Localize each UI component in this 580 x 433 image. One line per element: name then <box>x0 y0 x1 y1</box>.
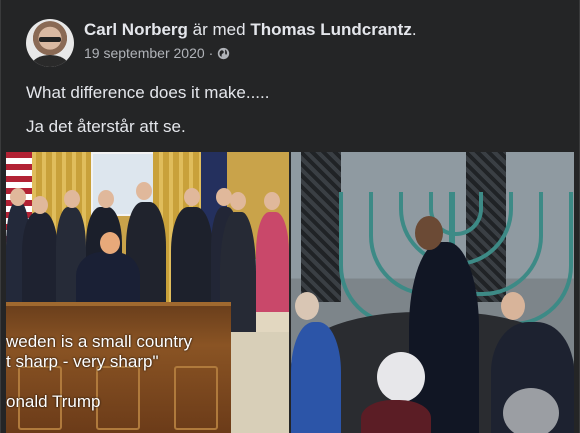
photo-menorah-handshake[interactable] <box>291 152 574 433</box>
person-head <box>264 192 280 210</box>
person-head <box>295 292 319 320</box>
person <box>171 207 213 317</box>
person-head <box>501 292 525 320</box>
person-head <box>230 192 246 210</box>
avatar-glasses <box>39 37 61 42</box>
tagged-name[interactable]: Thomas Lundcrantz <box>250 20 412 39</box>
person-head <box>98 190 114 208</box>
post-header: Carl Norberg är med Thomas Lundcrantz. <box>84 20 417 40</box>
desk-panel <box>96 366 140 430</box>
red-coat <box>361 400 431 433</box>
photo-oval-office[interactable]: weden is a small country t sharp - very … <box>6 152 289 433</box>
man-head <box>415 216 443 250</box>
avatar-shirt <box>32 55 68 67</box>
grey-hair-head <box>503 388 559 433</box>
author-name[interactable]: Carl Norberg <box>84 20 188 39</box>
post-text-line-2: Ja det återstår att se. <box>26 117 186 136</box>
desk-panel <box>174 366 218 430</box>
quote-line-3: onald Trump <box>6 392 101 411</box>
post-card: Carl Norberg är med Thomas Lundcrantz. 1… <box>0 0 580 433</box>
carpet <box>231 332 289 433</box>
seated-person-head <box>100 232 120 254</box>
avatar[interactable] <box>26 19 74 67</box>
person-head <box>32 196 48 214</box>
post-date[interactable]: 19 september 2020 <box>84 45 205 61</box>
woman-blue-coat <box>291 322 341 433</box>
person-head <box>64 190 80 208</box>
globe-icon[interactable] <box>217 47 230 60</box>
with-text: är med <box>192 20 246 39</box>
post-meta: 19 september 2020 · <box>84 45 230 61</box>
post-text-line-1: What difference does it make..... <box>26 83 270 102</box>
header-period: . <box>411 20 417 39</box>
wall-panel <box>301 152 341 302</box>
meta-separator: · <box>208 45 214 61</box>
person-head <box>184 188 200 206</box>
quote-line-1: weden is a small country <box>6 332 193 351</box>
white-hair-head <box>377 352 425 402</box>
person-head <box>10 188 26 206</box>
person-woman <box>256 212 289 312</box>
person <box>22 212 58 312</box>
person-head <box>136 182 152 200</box>
quote-line-2: t sharp - very sharp" <box>6 352 159 371</box>
